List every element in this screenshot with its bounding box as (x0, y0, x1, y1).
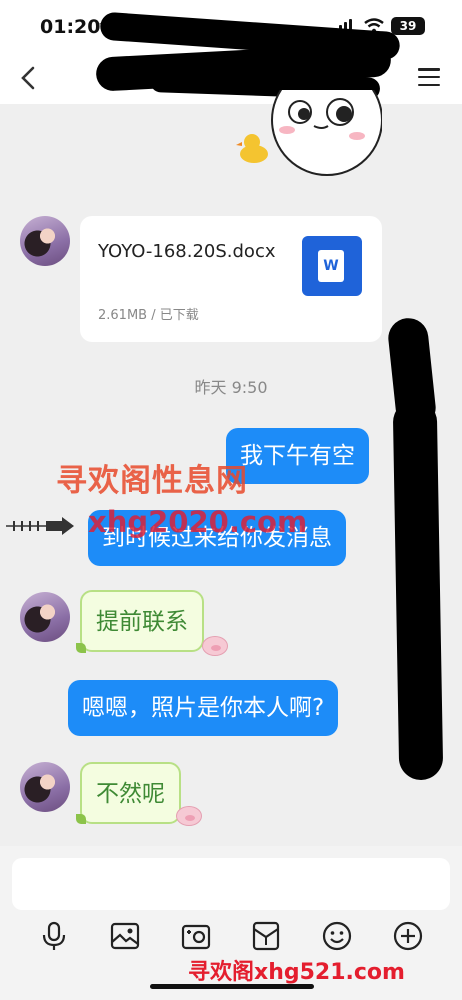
home-indicator[interactable] (150, 984, 314, 989)
arrow-ruler-icon (6, 517, 74, 535)
footer-watermark-text: 寻欢阁xhg521.com (188, 960, 405, 985)
contact-avatar[interactable] (20, 592, 70, 642)
file-name: YOYO-168.20S.docx (98, 241, 276, 262)
incoming-message[interactable]: 提前联系 (80, 590, 204, 652)
redaction-scribble (392, 399, 444, 781)
battery-indicator: 39 (391, 17, 425, 35)
message-input[interactable] (12, 858, 450, 910)
image-icon[interactable] (109, 920, 141, 952)
file-message-card[interactable]: YOYO-168.20S.docx 2.61MB / 已下载 W (80, 216, 382, 342)
red-packet-icon[interactable] (250, 920, 282, 952)
back-arrow-icon[interactable] (16, 64, 42, 92)
chat-toolbar (0, 920, 462, 954)
contact-avatar[interactable] (20, 762, 70, 812)
pig-sticker-icon (202, 636, 228, 656)
sprout-decoration-icon (76, 643, 86, 653)
word-document-icon: W (302, 236, 362, 296)
watermark-text: 寻欢阁性息网 (56, 463, 248, 499)
emoji-icon[interactable] (321, 920, 353, 952)
file-meta: 2.61MB / 已下载 (98, 308, 199, 323)
pig-sticker-icon (176, 806, 202, 826)
status-time: 01:20 (40, 16, 101, 38)
microphone-icon[interactable] (38, 920, 70, 952)
message-timestamp: 昨天 9:50 (194, 378, 268, 397)
incoming-message[interactable]: 不然呢 (80, 762, 181, 824)
plus-icon[interactable] (392, 920, 424, 952)
menu-icon[interactable] (418, 68, 440, 86)
camera-icon[interactable] (180, 920, 212, 952)
outgoing-message[interactable]: 嗯嗯，照片是你本人啊? (68, 680, 339, 736)
cartoon-sticker-image (236, 90, 382, 176)
contact-avatar[interactable] (20, 216, 70, 266)
watermark-text: xhg2020.com (88, 505, 308, 539)
sprout-decoration-icon (76, 814, 86, 824)
